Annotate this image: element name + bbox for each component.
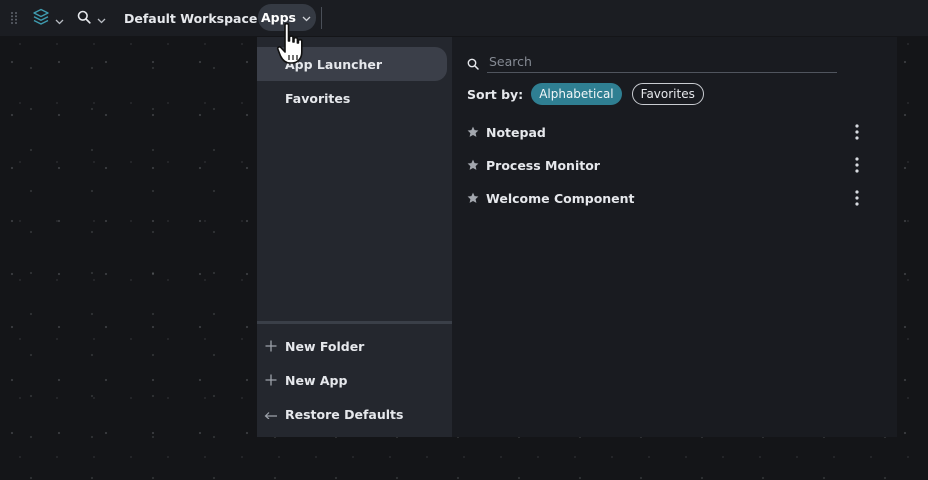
chevron-down-icon bbox=[55, 10, 64, 29]
star-icon[interactable] bbox=[467, 159, 486, 171]
app-name: Welcome Component bbox=[486, 190, 635, 206]
hand-pointer-cursor-icon bbox=[276, 22, 306, 72]
launcher-sidebar: App Launcher Favorites New Folder New Ap… bbox=[257, 37, 452, 437]
star-icon[interactable] bbox=[467, 126, 486, 138]
launcher-content: Sort by: Alphabetical Favorites Notepad … bbox=[452, 37, 897, 437]
app-name: Process Monitor bbox=[486, 157, 600, 173]
star-icon[interactable] bbox=[467, 192, 486, 204]
sidebar-divider bbox=[257, 321, 452, 324]
new-folder-label: New Folder bbox=[285, 338, 365, 354]
new-folder-button[interactable]: New Folder bbox=[257, 329, 452, 363]
app-list-item[interactable]: Welcome Component bbox=[467, 184, 862, 212]
search-row bbox=[467, 51, 837, 75]
plus-icon bbox=[257, 374, 285, 386]
sidebar-item-label: Favorites bbox=[285, 90, 351, 106]
logo-menu-button[interactable] bbox=[32, 8, 64, 30]
top-bar: Default Workspace Apps bbox=[0, 0, 928, 36]
sort-alphabetical-chip[interactable]: Alphabetical bbox=[531, 83, 622, 105]
new-app-button[interactable]: New App bbox=[257, 363, 452, 397]
app-list-item[interactable]: Notepad bbox=[467, 118, 862, 146]
workspace-dropdown[interactable]: Default Workspace bbox=[124, 8, 272, 28]
plus-icon bbox=[257, 340, 285, 352]
search-icon bbox=[77, 9, 91, 28]
app-list-item[interactable]: Process Monitor bbox=[467, 151, 862, 179]
search-icon bbox=[467, 55, 479, 74]
new-app-label: New App bbox=[285, 372, 348, 388]
more-vertical-icon[interactable] bbox=[852, 157, 862, 173]
sidebar-item-favorites[interactable]: Favorites bbox=[257, 81, 447, 115]
restore-defaults-label: Restore Defaults bbox=[285, 406, 404, 422]
sort-label: Sort by: bbox=[467, 86, 524, 102]
apps-dropdown-panel: App Launcher Favorites New Folder New Ap… bbox=[257, 37, 897, 437]
search-input[interactable] bbox=[487, 51, 837, 73]
more-vertical-icon[interactable] bbox=[852, 190, 862, 206]
more-vertical-icon[interactable] bbox=[852, 124, 862, 140]
drag-handle-icon[interactable] bbox=[10, 11, 18, 25]
undo-arrow-icon bbox=[257, 409, 285, 419]
topbar-divider bbox=[321, 7, 322, 29]
sort-row: Sort by: Alphabetical Favorites bbox=[467, 82, 714, 106]
workspace-label: Default Workspace bbox=[124, 10, 258, 26]
search-menu-button[interactable] bbox=[77, 9, 106, 28]
chevron-down-icon bbox=[97, 9, 106, 28]
sort-favorites-chip[interactable]: Favorites bbox=[631, 83, 704, 105]
layers-logo-icon bbox=[32, 8, 50, 30]
restore-defaults-button[interactable]: Restore Defaults bbox=[257, 397, 452, 431]
app-name: Notepad bbox=[486, 124, 546, 140]
